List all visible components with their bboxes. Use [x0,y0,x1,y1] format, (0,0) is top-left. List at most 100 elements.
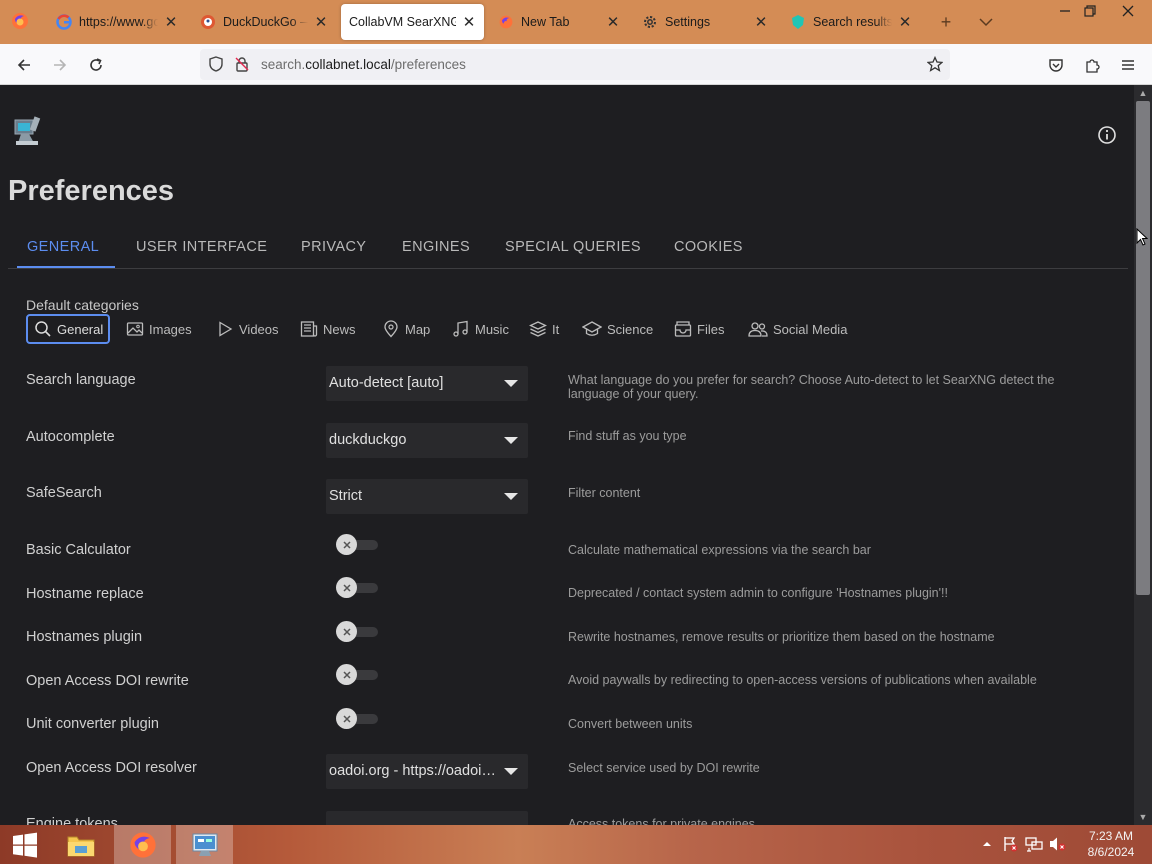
category-map[interactable]: Map [382,314,430,344]
show-hidden-icons-chevron-up-icon[interactable] [978,835,996,853]
forward-arrow-icon[interactable] [47,52,73,78]
safesearch-select[interactable]: Strict [326,479,528,514]
autocomplete-description: Find stuff as you type [568,429,687,443]
engine-tokens-description: Access tokens for private engines [568,817,755,825]
tab-special-queries[interactable]: SPECIAL QUERIES [505,239,641,255]
url-prefix: search. [261,57,306,72]
search-icon [35,321,51,337]
volume-muted-icon[interactable] [1049,835,1067,853]
close-icon[interactable]: ✕ [752,13,770,31]
browser-tab-searxng-active[interactable]: CollabVM SearXNG ✕ [341,4,484,40]
hamburger-menu-icon[interactable] [1115,52,1141,78]
url-bar[interactable]: search.collabnet.local/preferences [200,49,950,80]
hostname-replace-toggle[interactable] [336,577,380,599]
file-explorer-taskbar-button[interactable] [58,825,104,864]
action-center-flag-icon[interactable] [1001,835,1019,853]
basic-calculator-toggle[interactable] [336,534,380,556]
toggle-off-icon [336,664,357,685]
duckduckgo-icon [200,14,216,30]
category-label: Files [697,321,725,337]
scrollbar-thumb[interactable] [1136,101,1150,595]
doi-resolver-description: Select service used by DOI rewrite [568,761,760,775]
select-value: Strict [329,488,363,504]
info-icon[interactable] [1097,125,1117,145]
reload-icon[interactable] [83,52,109,78]
new-tab-plus-icon[interactable]: + [935,11,957,33]
category-videos[interactable]: Videos [216,314,279,344]
tab-engines[interactable]: ENGINES [402,239,470,255]
safesearch-description: Filter content [568,486,641,500]
browser-tab-duckduckgo[interactable]: DuckDuckGo — Privacy ✕ [190,4,336,40]
url-host: collabnet.local [305,57,391,72]
tab-list-chevron-down-icon[interactable] [975,11,997,33]
shield-icon[interactable] [208,56,224,72]
searxng-logo-icon[interactable] [12,115,42,149]
firefox-icon [498,14,514,30]
category-it[interactable]: It [529,314,559,344]
hostnames-plugin-label: Hostnames plugin [26,629,143,645]
autocomplete-label: Autocomplete [26,429,115,445]
category-news[interactable]: News [300,314,356,344]
newspaper-icon [300,321,318,337]
system-clock[interactable]: 7:23 AM 8/6/2024 [1080,828,1142,860]
engine-tokens-input[interactable] [326,811,528,825]
browser-tab-newtab[interactable]: New Tab ✕ [488,4,628,40]
close-icon[interactable]: ✕ [162,13,180,31]
category-images[interactable]: Images [126,314,192,344]
browser-tab-google[interactable]: https://www.google.com ✕ [46,4,186,40]
window-close-icon[interactable] [1112,0,1144,22]
close-icon[interactable]: ✕ [896,13,914,31]
category-files[interactable]: Files [674,314,724,344]
doi-rewrite-toggle[interactable] [336,664,380,686]
map-pin-icon [384,320,398,338]
start-button[interactable] [0,825,50,864]
autocomplete-select[interactable]: duckduckgo [326,423,528,458]
tab-general[interactable]: GENERAL [27,239,99,255]
firefox-menu-icon[interactable] [10,11,30,31]
search-language-select[interactable]: Auto-detect [auto] [326,366,528,401]
doi-resolver-select[interactable]: oadoi.org - https://oadoi.org/ [326,754,528,789]
back-arrow-icon[interactable] [11,52,37,78]
category-general[interactable]: General [26,314,110,344]
restore-icon[interactable] [1074,0,1106,22]
category-music[interactable]: Music [452,314,509,344]
lock-icon[interactable] [234,56,250,72]
page-scrollbar[interactable]: ▲ ▼ [1134,85,1152,825]
search-language-description: What language do you prefer for search? … [568,373,1055,401]
bookmark-star-icon[interactable] [926,55,944,72]
scroll-down-icon[interactable]: ▼ [1138,812,1148,822]
tab-label: CollabVM SearXNG [349,15,456,29]
tab-privacy[interactable]: PRIVACY [301,239,366,255]
unit-converter-description: Convert between units [568,717,693,731]
toggle-off-icon [336,577,357,598]
close-icon[interactable]: ✕ [460,13,478,31]
toggle-off-icon [336,708,357,729]
browser-tab-settings[interactable]: Settings ✕ [632,4,776,40]
close-icon[interactable]: ✕ [312,13,330,31]
clock-time: 7:23 AM [1088,829,1134,843]
unit-converter-label: Unit converter plugin [26,716,159,732]
url-text[interactable]: search.collabnet.local/preferences [261,57,466,72]
hostname-replace-label: Hostname replace [26,586,144,602]
hostnames-plugin-toggle[interactable] [336,621,380,643]
basic-calculator-label: Basic Calculator [26,542,131,558]
category-social-media[interactable]: Social Media [748,314,847,344]
unit-converter-toggle[interactable] [336,708,380,730]
firefox-taskbar-button[interactable] [114,825,171,864]
close-icon[interactable]: ✕ [604,13,622,31]
network-icon[interactable] [1025,835,1043,853]
dropdown-caret-icon [504,493,518,500]
category-label: Map [405,321,431,337]
select-value: Auto-detect [auto] [329,375,444,391]
category-label: Music [475,321,509,337]
tab-user-interface[interactable]: USER INTERFACE [136,239,267,255]
tab-label: DuckDuckGo — Privacy [223,15,308,29]
pocket-icon[interactable] [1043,52,1069,78]
category-science[interactable]: Science [582,314,653,344]
category-checkbox-group: General Images Videos News Map Music It … [26,314,926,344]
scroll-up-icon[interactable]: ▲ [1138,88,1148,98]
extensions-puzzle-icon[interactable] [1079,52,1105,78]
tab-cookies[interactable]: COOKIES [674,239,743,255]
control-panel-taskbar-button[interactable] [176,825,233,864]
browser-tab-search-results[interactable]: Search results for ✕ [780,4,920,40]
